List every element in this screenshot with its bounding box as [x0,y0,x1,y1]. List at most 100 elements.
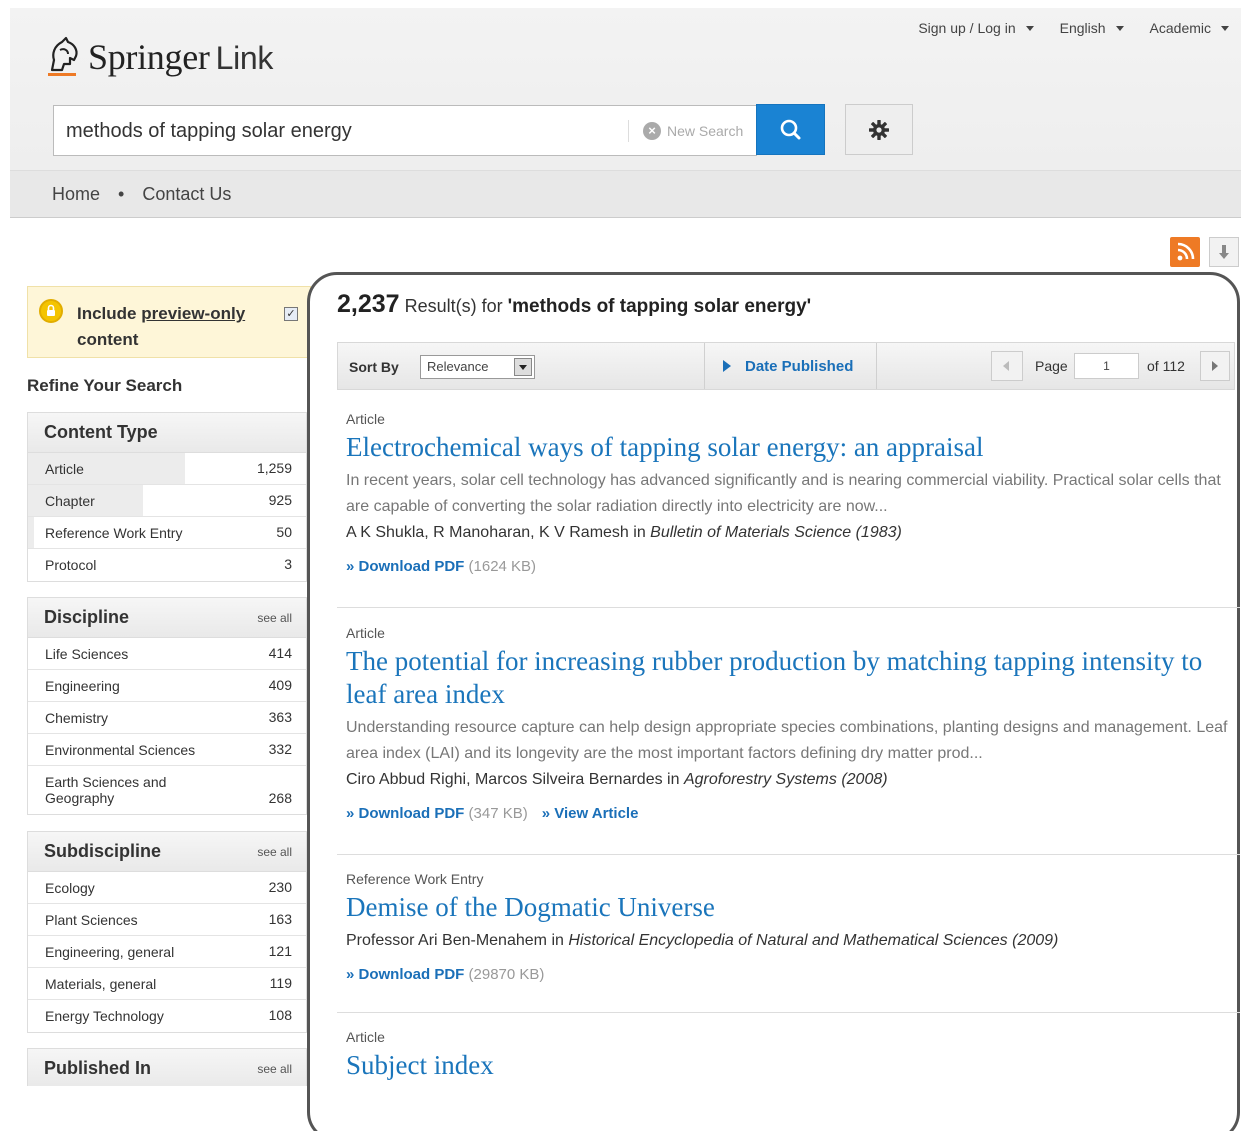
result-type: Reference Work Entry [346,871,484,887]
result-item: Reference Work Entry Demise of the Dogma… [346,871,1231,983]
facet-item-protocol[interactable]: Protocol 3 [28,549,306,581]
facet-item-earth-sciences[interactable]: Earth Sciences and Geography 268 [28,766,306,814]
results-query: 'methods of tapping solar energy' [507,296,812,317]
result-divider [337,607,1240,608]
facet-label: Energy Technology [45,1008,164,1024]
new-search-button[interactable]: × New Search [628,120,743,142]
search-box: × New Search [53,105,757,156]
result-type: Article [346,1029,385,1045]
results-number: 2,237 [337,290,400,318]
result-divider [337,1012,1240,1013]
facet-label: Article [45,461,84,477]
facet-header: Subdiscipline see all [28,832,306,872]
facet-item-environmental-sciences[interactable]: Environmental Sciences 332 [28,734,306,766]
facet-count: 163 [268,911,292,927]
academic-menu[interactable]: Academic [1150,20,1229,36]
preview-only-toggle[interactable]: Include preview-only content ✓ [27,286,311,358]
result-item: Article The potential for increasing rub… [346,625,1231,822]
facet-label: Reference Work Entry [45,525,183,541]
chevron-down-icon [1115,25,1124,31]
result-links: » Download PDF (29870 KB) [346,966,1231,983]
facet-label: Engineering, general [45,944,175,960]
language-menu[interactable]: English [1060,20,1124,36]
settings-button[interactable] [845,104,913,155]
facet-item-ecology[interactable]: Ecology 230 [28,872,306,904]
top-links: Sign up / Log in English Academic [918,20,1229,36]
result-authors: Ciro Abbud Righi, Marcos Silveira Bernar… [346,771,888,788]
facet-count: 925 [268,492,292,508]
file-size: (1624 KB) [468,558,537,575]
result-type: Article [346,411,385,427]
rss-button[interactable] [1170,237,1200,267]
preview-only-checkbox[interactable]: ✓ [284,307,298,321]
facet-item-chapter[interactable]: Chapter 925 [28,485,306,517]
result-title-link[interactable]: Demise of the Dogmatic Universe [346,891,1231,924]
dropdown-arrow-icon [514,358,532,376]
result-title-link[interactable]: Subject index [346,1049,1231,1082]
facet-header: Discipline see all [28,598,306,638]
facet-label: Engineering [45,678,120,694]
facet-item-chemistry[interactable]: Chemistry 363 [28,702,306,734]
springer-logo[interactable]: Springer Link [44,36,273,78]
search-input[interactable] [66,118,606,144]
sort-select[interactable]: Relevance [420,355,535,379]
gear-icon [869,119,889,140]
facet-count: 363 [268,709,292,725]
chevron-down-icon [1025,25,1034,31]
download-pdf-link[interactable]: » Download PDF [346,805,464,822]
result-divider [337,854,1240,855]
brand-name: Springer Link [88,37,274,77]
see-all-link[interactable]: see all [257,1062,292,1076]
download-results-button[interactable] [1209,237,1239,267]
facet-title: Published In [44,1058,152,1078]
page-label: Page [1035,358,1068,374]
result-source[interactable]: Bulletin of Materials Science (1983) [650,524,902,541]
result-title-link[interactable]: Electrochemical ways of tapping solar en… [346,431,1231,464]
preview-only-label: Include preview-only content [77,304,246,349]
login-menu[interactable]: Sign up / Log in [918,20,1034,36]
facet-item-engineering-general[interactable]: Engineering, general 121 [28,936,306,968]
page-input[interactable]: 1 [1074,353,1139,379]
download-arrow-icon [1219,245,1229,259]
download-pdf-link[interactable]: » Download PDF [346,558,464,575]
academic-label: Academic [1149,20,1211,36]
facet-item-article[interactable]: Article 1,259 [28,453,306,485]
facet-title: Discipline [44,607,130,627]
download-pdf-link[interactable]: » Download PDF [346,966,464,983]
facet-count: 1,259 [256,460,292,476]
facet-label: Ecology [45,880,95,896]
date-published-toggle[interactable]: Date Published [704,343,877,389]
facet-published-in: Published In see all [27,1048,307,1086]
facet-item-reference-work-entry[interactable]: Reference Work Entry 50 [28,517,306,549]
search-icon [780,119,801,140]
result-snippet: Understanding resource capture can help … [346,719,1228,762]
facet-header: Published In see all [28,1049,306,1086]
see-all-link[interactable]: see all [257,611,292,625]
nav-home[interactable]: Home [52,184,100,205]
brand-suffix: Link [215,40,274,76]
next-page-button[interactable] [1200,351,1230,381]
facet-item-plant-sciences[interactable]: Plant Sciences 163 [28,904,306,936]
results-toolbar: Sort By Relevance Date Published Page 1 … [337,342,1235,390]
rss-icon [1177,242,1195,261]
nav-contact-us[interactable]: Contact Us [142,184,231,205]
facet-discipline: Discipline see all Life Sciences 414 Engi… [27,597,307,815]
result-source[interactable]: Agroforestry Systems (2008) [684,771,888,788]
result-source[interactable]: Historical Encyclopedia of Natural and M… [568,932,1058,949]
results-count: 2,237 Result(s) for 'methods of tapping … [337,290,811,319]
facet-label: Plant Sciences [45,912,138,928]
prev-page-button[interactable] [991,351,1023,381]
facet-item-energy-technology[interactable]: Energy Technology 108 [28,1000,306,1032]
search-button[interactable] [756,104,825,155]
view-article-link[interactable]: » View Article [542,805,639,822]
see-all-link[interactable]: see all [257,845,292,859]
results-label: Result(s) for [404,296,503,316]
facet-label: Chapter [45,493,95,509]
facet-item-life-sciences[interactable]: Life Sciences 414 [28,638,306,670]
facet-title: Subdiscipline [44,841,162,861]
new-search-label: New Search [667,123,744,139]
result-links: » Download PDF (1624 KB) [346,558,1231,575]
facet-item-engineering[interactable]: Engineering 409 [28,670,306,702]
result-title-link[interactable]: The potential for increasing rubber prod… [346,645,1231,711]
facet-item-materials-general[interactable]: Materials, general 119 [28,968,306,1000]
